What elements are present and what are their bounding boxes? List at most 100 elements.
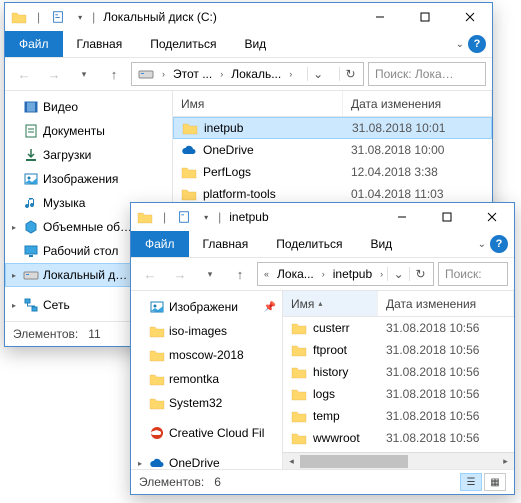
search-input[interactable]: Поиск: xyxy=(438,262,508,286)
column-name[interactable]: Имя▴ xyxy=(283,291,378,316)
ribbon-expand-icon[interactable]: ⌄ xyxy=(478,239,486,250)
tab-share[interactable]: Поделиться xyxy=(262,231,356,257)
file-row[interactable]: temp31.08.2018 10:56 xyxy=(283,405,514,427)
pin-icon: 📌 xyxy=(264,302,276,313)
tree-item[interactable]: moscow-2018 xyxy=(131,343,282,367)
tree-item[interactable]: Creative Cloud Fil xyxy=(131,421,282,445)
column-date[interactable]: Дата изменения xyxy=(378,291,514,316)
file-name: inetpub xyxy=(204,121,243,135)
forward-button[interactable]: → xyxy=(167,261,193,287)
chevron-right-icon[interactable]: › xyxy=(285,69,296,79)
breadcrumb-segment[interactable]: Локаль... xyxy=(227,67,285,81)
recent-dropdown-icon[interactable]: ▾ xyxy=(197,261,223,287)
tab-view[interactable]: Вид xyxy=(230,31,280,57)
chevron-right-icon[interactable]: › xyxy=(318,269,329,279)
scroll-left-icon[interactable]: ◂ xyxy=(283,453,300,469)
tree-item-label: Музыка xyxy=(43,196,85,210)
tree-item-label: Изображения xyxy=(43,172,118,186)
music-icon xyxy=(23,195,39,211)
tree-item[interactable]: Изображения xyxy=(5,167,172,191)
tab-file[interactable]: Файл xyxy=(131,231,189,257)
refresh-icon[interactable]: ↻ xyxy=(339,67,361,81)
file-row[interactable]: history31.08.2018 10:56 xyxy=(283,361,514,383)
minimize-button[interactable] xyxy=(357,3,402,31)
up-button[interactable]: ↑ xyxy=(227,261,253,287)
up-button[interactable]: ↑ xyxy=(101,61,127,87)
breadcrumb-segment[interactable]: inetpub xyxy=(329,267,376,281)
refresh-icon[interactable]: ↻ xyxy=(409,267,431,281)
tree-item-label: Видео xyxy=(43,100,78,114)
breadcrumb-segment[interactable]: Лока... xyxy=(273,267,318,281)
tree-item[interactable]: remontka xyxy=(131,367,282,391)
qat-properties-icon[interactable] xyxy=(176,209,192,225)
scroll-thumb[interactable] xyxy=(300,455,408,468)
horizontal-scrollbar[interactable]: ◂ ▸ xyxy=(283,452,514,469)
tab-home[interactable]: Главная xyxy=(63,31,137,57)
expand-caret-icon[interactable]: ▸ xyxy=(135,459,145,468)
view-details-button[interactable]: ☰ xyxy=(460,473,482,491)
tree-item-label: Сеть xyxy=(43,298,70,312)
forward-button[interactable]: → xyxy=(41,61,67,87)
help-icon[interactable]: ? xyxy=(468,35,486,53)
file-name: logs xyxy=(313,387,335,401)
file-date: 12.04.2018 3:38 xyxy=(343,165,492,179)
qat-dropdown-icon[interactable]: ▾ xyxy=(198,209,214,225)
file-row[interactable]: logs31.08.2018 10:56 xyxy=(283,383,514,405)
chevron-right-icon[interactable]: › xyxy=(216,69,227,79)
close-button[interactable] xyxy=(447,3,492,31)
chevron-right-icon[interactable]: › xyxy=(158,69,169,79)
file-row[interactable]: PerfLogs12.04.2018 3:38 xyxy=(173,161,492,183)
tab-share[interactable]: Поделиться xyxy=(136,31,230,57)
address-bar[interactable]: « Лока... › inetpub › ⌄ ↻ xyxy=(257,262,434,286)
file-row[interactable]: custerr31.08.2018 10:56 xyxy=(283,317,514,339)
recent-dropdown-icon[interactable]: ▾ xyxy=(71,61,97,87)
back-button[interactable]: ← xyxy=(11,61,37,87)
file-list: Имя▴ Дата изменения custerr31.08.2018 10… xyxy=(283,291,514,469)
chevron-left-icon[interactable]: « xyxy=(260,269,273,279)
file-row[interactable]: wwwroot31.08.2018 10:56 xyxy=(283,427,514,449)
tab-file[interactable]: Файл xyxy=(5,31,63,57)
help-icon[interactable]: ? xyxy=(490,235,508,253)
column-headers[interactable]: Имя Дата изменения xyxy=(173,91,492,117)
file-row[interactable]: OneDrive31.08.2018 10:00 xyxy=(173,139,492,161)
titlebar[interactable]: | ▾ | inetpub xyxy=(131,203,514,231)
scroll-right-icon[interactable]: ▸ xyxy=(497,453,514,469)
maximize-button[interactable] xyxy=(424,203,469,231)
address-dropdown-icon[interactable]: ⌄ xyxy=(387,267,409,281)
tree-item[interactable]: Документы xyxy=(5,119,172,143)
address-dropdown-icon[interactable]: ⌄ xyxy=(307,67,329,81)
breadcrumb-segment[interactable]: Этот ... xyxy=(169,67,216,81)
search-input[interactable]: Поиск: Лока… xyxy=(368,62,486,86)
expand-caret-icon[interactable]: ▸ xyxy=(9,271,19,280)
tree-item[interactable]: Изображени📌 xyxy=(131,295,282,319)
tree-item[interactable]: Видео xyxy=(5,95,172,119)
titlebar[interactable]: | ▾ | Локальный диск (C:) xyxy=(5,3,492,31)
tree-item[interactable]: ▸OneDrive xyxy=(131,451,282,469)
tree-item[interactable]: System32 xyxy=(131,391,282,415)
column-name[interactable]: Имя xyxy=(173,91,343,116)
file-row[interactable]: inetpub31.08.2018 10:01 xyxy=(173,117,492,139)
qat-separator: | xyxy=(37,10,40,24)
ribbon-expand-icon[interactable]: ⌄ xyxy=(456,39,464,50)
navigation-bar: ← → ▾ ↑ › Этот ... › Локаль... › ⌄ ↻ Пои… xyxy=(5,57,492,91)
expand-caret-icon[interactable]: ▸ xyxy=(9,223,19,232)
minimize-button[interactable] xyxy=(379,203,424,231)
back-button[interactable]: ← xyxy=(137,261,163,287)
view-icons-button[interactable]: ▦ xyxy=(484,473,506,491)
tree-item[interactable]: Загрузки xyxy=(5,143,172,167)
close-button[interactable] xyxy=(469,203,514,231)
file-row[interactable]: ftproot31.08.2018 10:56 xyxy=(283,339,514,361)
column-date[interactable]: Дата изменения xyxy=(343,91,492,116)
tree-item[interactable]: iso-images xyxy=(131,319,282,343)
file-name: OneDrive xyxy=(203,143,254,157)
navigation-tree[interactable]: Изображени📌iso-imagesmoscow-2018remontka… xyxy=(131,291,283,469)
chevron-right-icon[interactable]: › xyxy=(376,269,387,279)
tab-home[interactable]: Главная xyxy=(189,231,263,257)
column-headers[interactable]: Имя▴ Дата изменения xyxy=(283,291,514,317)
tab-view[interactable]: Вид xyxy=(356,231,406,257)
qat-dropdown-icon[interactable]: ▾ xyxy=(72,9,88,25)
maximize-button[interactable] xyxy=(402,3,447,31)
expand-caret-icon[interactable]: ▸ xyxy=(9,301,19,310)
address-bar[interactable]: › Этот ... › Локаль... › ⌄ ↻ xyxy=(131,62,364,86)
qat-properties-icon[interactable] xyxy=(50,9,66,25)
